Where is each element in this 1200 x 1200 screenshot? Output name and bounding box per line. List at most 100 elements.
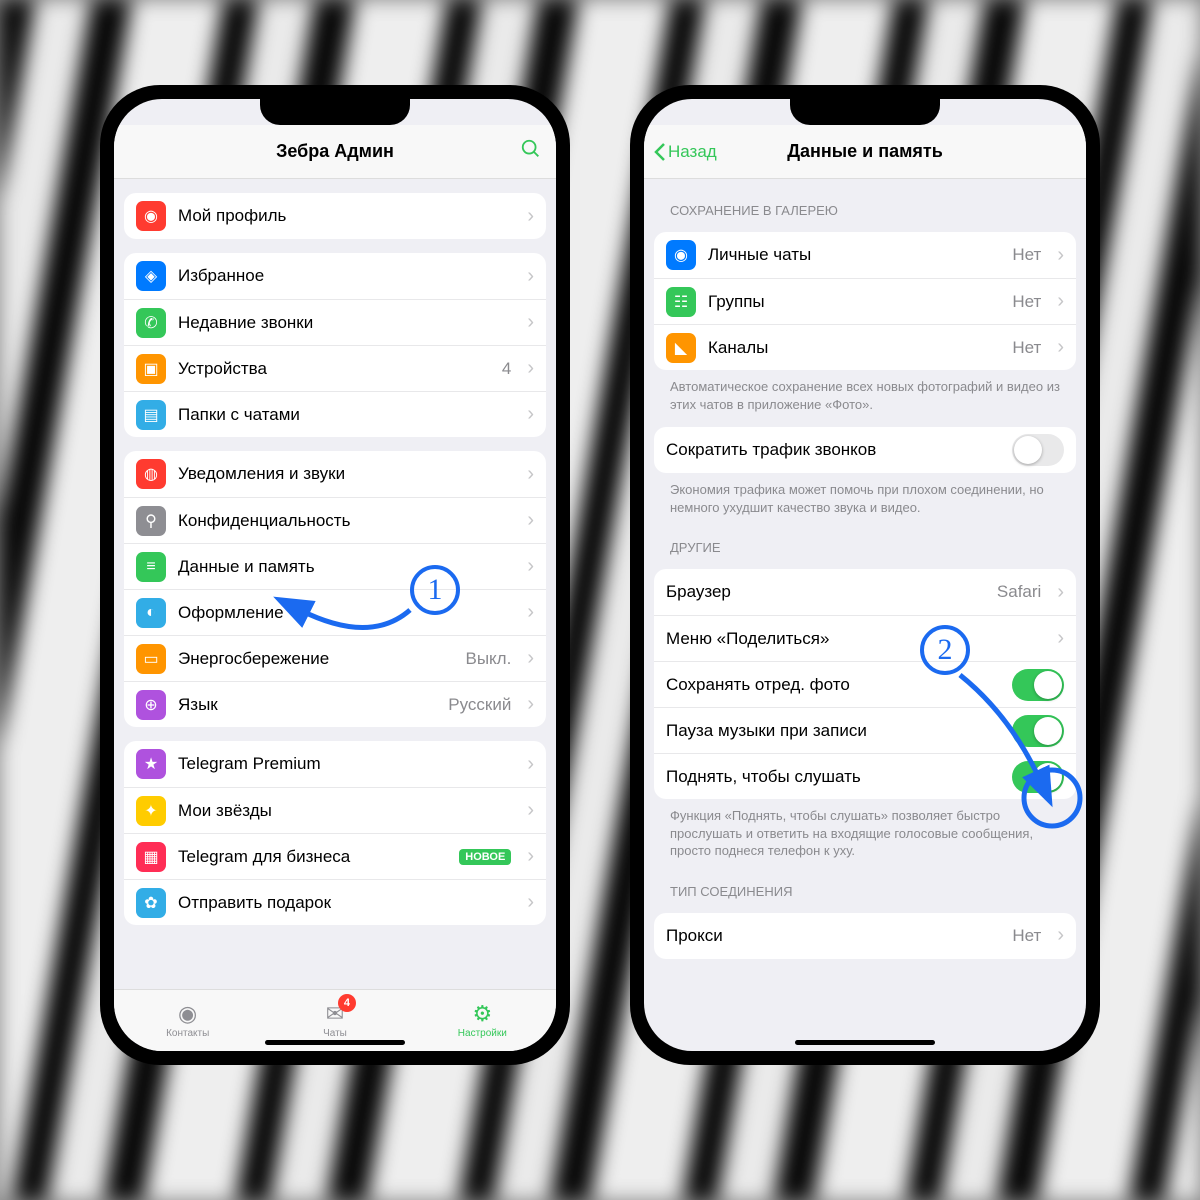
devices-icon: ▣ [136,354,166,384]
item-label: Личные чаты [708,245,1000,265]
chevron-right-icon: › [1057,290,1064,313]
chevron-right-icon: › [527,799,534,822]
tab-Контакты[interactable]: ◉Контакты [114,990,261,1051]
chevron-right-icon: › [527,509,534,532]
business-icon: ▦ [136,842,166,872]
chevron-right-icon: › [1057,336,1064,359]
item-label: Отправить подарок [178,893,511,913]
navbar-right: Назад Данные и память [644,125,1086,179]
battery-icon: ▭ [136,644,166,674]
chevron-right-icon: › [1057,581,1064,604]
list-item[interactable]: ◈ Избранное › [124,253,546,299]
megaphone-icon: ◣ [666,333,696,363]
chevron-right-icon: › [527,555,534,578]
tab-Настройки[interactable]: ⚙ Настройки [409,990,556,1051]
list-item[interactable]: ▣Устройства4› [124,345,546,391]
chevron-right-icon: › [1057,924,1064,947]
person-icon: ◉ [136,201,166,231]
data-icon: ≡ [136,552,166,582]
item-label: Браузер [666,582,985,602]
stars-icon: ✦ [136,796,166,826]
list-item[interactable]: ✦Мои звёзды› [124,787,546,833]
section-footer: Автоматическое сохранение всех новых фот… [670,378,1066,413]
back-button[interactable]: Назад [654,142,717,162]
section-header: ТИП СОЕДИНЕНИЯ [670,884,1066,899]
section-header: СОХРАНЕНИЕ В ГАЛЕРЕЮ [670,203,1066,218]
list-item[interactable]: ◉Мой профиль› [124,193,546,239]
home-indicator [265,1040,405,1045]
list-item[interactable]: ✆Недавние звонки› [124,299,546,345]
bookmark-icon: ◈ [136,261,166,291]
item-label: Группы [708,292,1000,312]
phone-mockup-left: Зебра Админ ◉Мой профиль›◈Избранное›✆Нед… [100,85,570,1065]
list-item[interactable]: ПроксиНет› [654,913,1076,959]
toggle-switch[interactable] [1012,434,1064,466]
settings-group: Сократить трафик звонков [654,427,1076,473]
item-label: Язык [178,695,436,715]
list-item[interactable]: ◍ Уведомления и звуки › [124,451,546,497]
chevron-right-icon: › [527,693,534,716]
chevron-right-icon: › [527,265,534,288]
item-label: Избранное [178,266,511,286]
list-item[interactable]: ⚲Конфиденциальность› [124,497,546,543]
theme-icon: ◐ [136,598,166,628]
item-label: Каналы [708,338,1000,358]
page-title: Данные и память [787,141,943,162]
list-item[interactable]: ◉ Личные чаты Нет › [654,232,1076,278]
chevron-right-icon: › [527,845,534,868]
lock-icon: ⚲ [136,506,166,536]
item-label: Мой профиль [178,206,511,226]
chevron-right-icon: › [1057,244,1064,267]
item-value: Русский [448,695,511,715]
chevron-right-icon: › [527,647,534,670]
list-item[interactable]: ▦Telegram для бизнесаНОВОЕ› [124,833,546,879]
phone-icon: ✆ [136,308,166,338]
item-value: Safari [997,582,1041,602]
search-icon[interactable] [520,138,542,165]
data-storage-list[interactable]: СОХРАНЕНИЕ В ГАЛЕРЕЮ ◉ Личные чаты Нет › ☷ Гру… [644,179,1086,1051]
item-label: Устройства [178,359,490,379]
settings-group: ★Telegram Premium›✦Мои звёзды›▦Telegram … [124,741,546,925]
list-item[interactable]: ◣ Каналы Нет › [654,324,1076,370]
globe-icon: ⊕ [136,690,166,720]
item-value: Нет [1012,292,1041,312]
item-label: Прокси [666,926,1000,946]
item-label: Уведомления и звуки [178,464,511,484]
tab-label: Настройки [458,1028,507,1039]
item-label: Telegram Premium [178,754,511,774]
folder-icon: ▤ [136,400,166,430]
chevron-right-icon: › [527,357,534,380]
settings-group: ◉ Личные чаты Нет › ☷ Группы Нет › ◣ Каналы Нет › [654,232,1076,370]
chevron-right-icon: › [527,403,534,426]
annotation-step2: 2 [920,625,970,675]
settings-group: ◉Мой профиль› [124,193,546,239]
bell-icon: ◍ [136,459,166,489]
item-value: Нет [1012,338,1041,358]
list-item[interactable]: ⊕ Язык Русский › [124,681,546,727]
chevron-right-icon: › [1057,627,1064,650]
section-footer: Экономия трафика может помочь при плохом… [670,481,1066,516]
settings-icon: ⚙ [468,1002,496,1026]
section-header: ДРУГИЕ [670,540,1066,555]
list-item[interactable]: Браузер Safari › [654,569,1076,615]
item-label: Меню «Поделиться» [666,629,1041,649]
chevron-right-icon: › [527,463,534,486]
chevron-right-icon: › [527,311,534,334]
person-icon: ◉ [666,240,696,270]
annotation-arrow-2 [930,655,1090,825]
list-item[interactable]: ★Telegram Premium› [124,741,546,787]
chevron-right-icon: › [527,601,534,624]
group-icon: ☷ [666,287,696,317]
tab-label: Контакты [166,1028,209,1039]
unread-badge: 4 [338,994,356,1012]
list-item[interactable]: Сократить трафик звонков [654,427,1076,473]
notch [790,99,940,125]
settings-group: ПроксиНет› [654,913,1076,959]
list-item[interactable]: ▤Папки с чатами› [124,391,546,437]
annotation-step1: 1 [410,565,460,615]
notch [260,99,410,125]
list-item[interactable]: ☷ Группы Нет › [654,278,1076,324]
item-value: Нет [1012,245,1041,265]
list-item[interactable]: ✿Отправить подарок› [124,879,546,925]
home-indicator [795,1040,935,1045]
